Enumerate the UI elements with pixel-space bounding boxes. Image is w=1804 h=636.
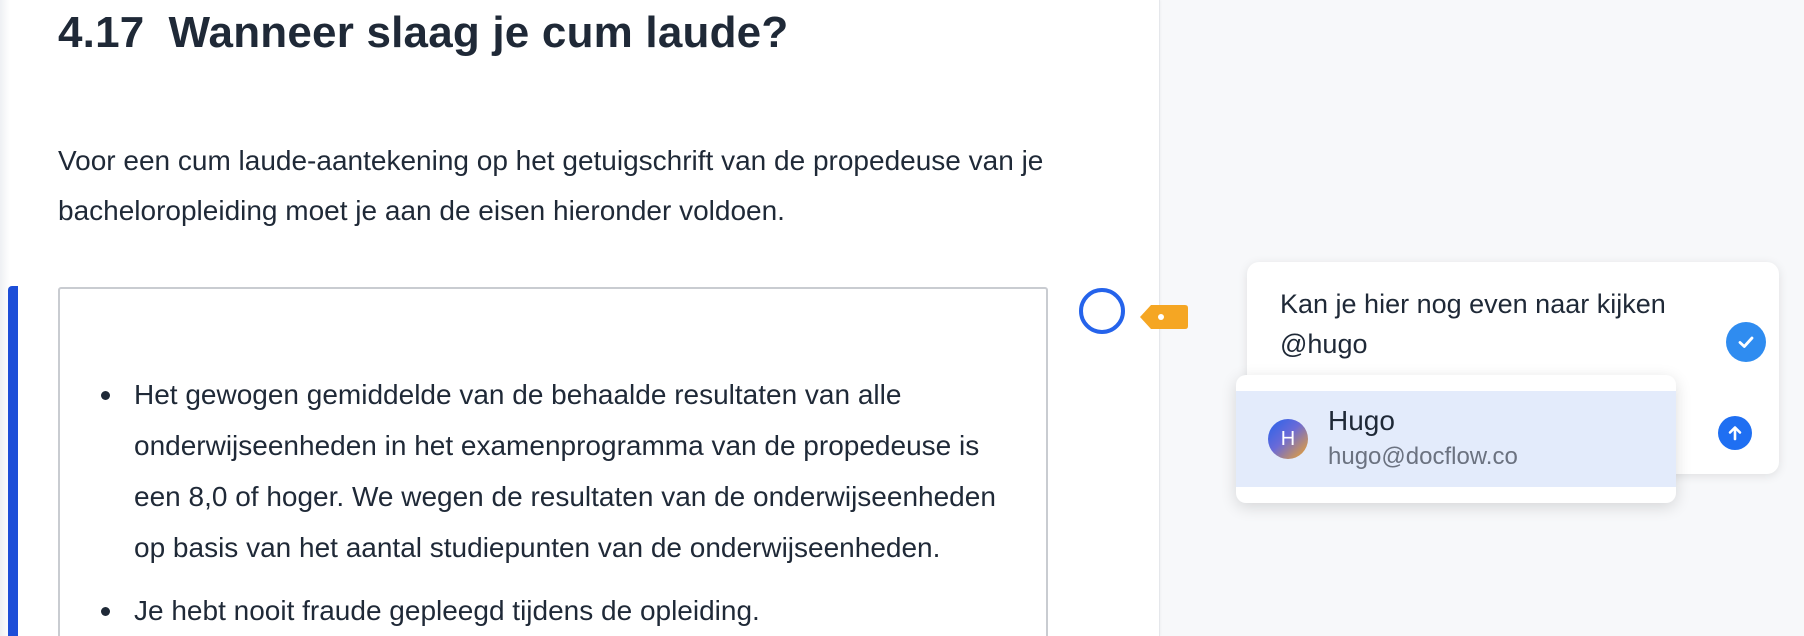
mention-option-hugo[interactable]: H Hugo hugo@docflow.co [1236,391,1676,487]
comment-input[interactable]: Kan je hier nog even naar kijken @hugo [1280,284,1700,364]
list-item[interactable]: Het gewogen gemiddelde van de behaalde r… [60,369,1046,573]
intro-paragraph[interactable]: Voor een cum laude-aantekening op het ge… [58,136,1058,236]
section-heading: 4.17 Wanneer slaag je cum laude? [58,8,788,58]
bullet-icon [101,391,110,400]
option-email: hugo@docflow.co [1328,443,1518,470]
list-item-text: Je hebt nooit fraude gepleegd tijdens de… [134,595,760,626]
section-number: 4.17 [58,8,145,57]
selection-accent-bar [8,286,18,636]
mention-dropdown: H Hugo hugo@docflow.co [1236,375,1676,503]
mention-text: @hugo [1280,329,1368,359]
comment-text: Kan je hier nog even naar kijken [1280,289,1666,319]
bullet-icon [101,607,110,616]
section-title: Wanneer slaag je cum laude? [168,8,789,57]
comment-tag-icon[interactable] [1138,300,1190,334]
avatar: H [1268,419,1308,459]
requirements-list: Het gewogen gemiddelde van de behaalde r… [60,369,1046,636]
check-icon [1738,336,1754,348]
arrow-up-icon [1728,426,1742,441]
requirements-block[interactable]: Het gewogen gemiddelde van de behaalde r… [58,287,1048,636]
send-button[interactable] [1718,416,1752,450]
option-name: Hugo [1328,405,1395,436]
comment-anchor-circle[interactable] [1079,288,1125,334]
list-item[interactable]: Je hebt nooit fraude gepleegd tijdens de… [60,585,1046,636]
list-item-text: Het gewogen gemiddelde van de behaalde r… [134,379,996,563]
resolve-button[interactable] [1726,322,1766,362]
